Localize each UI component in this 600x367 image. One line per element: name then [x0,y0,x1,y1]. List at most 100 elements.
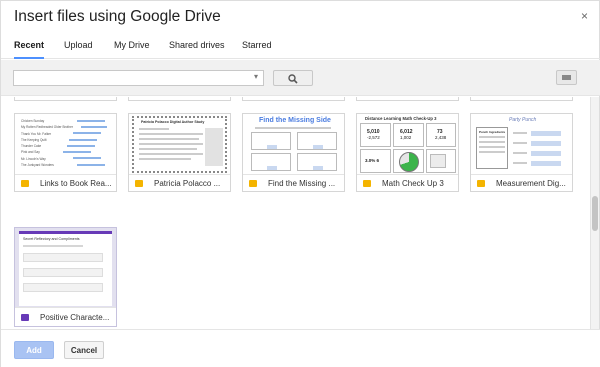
thumb-line [479,146,505,148]
add-button[interactable]: Add [14,341,54,359]
search-icon [288,74,298,84]
tab-my-drive[interactable]: My Drive [114,40,150,59]
thumb-line [139,143,203,145]
thumb-line [513,152,527,154]
tab-starred[interactable]: Starred [242,40,272,59]
close-icon[interactable]: × [581,9,588,23]
file-card-partial[interactable] [470,97,573,101]
thumb-line [513,162,527,164]
thumb-value: 2,438 [435,135,447,140]
thumb-field [531,141,561,146]
slides-icon [249,180,257,187]
scrollbar-thumb[interactable] [592,196,598,231]
thumb-line: The Junkyard Wonders [21,163,54,168]
file-card[interactable]: Patricia Polacco Digital Author Study Pa… [128,113,231,192]
file-card[interactable]: Find the Missing Side Find the Missing .… [242,113,345,192]
tab-recent[interactable]: Recent [14,40,45,59]
file-name: Math Check Up 3 [382,179,444,188]
thumb-line [255,127,331,129]
thumb-link [69,139,97,141]
dialog-title: Insert files using Google Drive [14,8,221,25]
thumb-title: Party Punch [509,117,537,123]
slides-icon [135,180,143,187]
thumb-line [513,132,527,134]
file-name: Patricia Polacco ... [154,179,221,188]
search-button[interactable] [273,70,313,86]
thumb-value: 1,002 [400,135,412,140]
search-input[interactable]: ▾ [13,70,264,86]
thumb-line [479,141,505,143]
file-card-partial[interactable] [356,97,459,101]
thumb-line [23,245,83,247]
tab-upload[interactable]: Upload [64,40,93,59]
list-view-icon [562,75,571,80]
forms-icon [21,314,29,321]
thumb-value: 3.0% 6 [365,158,380,163]
thumb-link [73,157,101,159]
tab-bar: Recent Upload My Drive Shared drives Sta… [1,38,600,59]
slides-icon [363,180,371,187]
thumb-title: Distance Learning Math Check-Up 3 [365,116,437,121]
file-card[interactable]: Party Punch Punch Ingredients Measuremen… [470,113,573,192]
thumb-line [139,138,199,140]
thumb-field [267,166,277,170]
thumb-field [23,268,103,277]
thumb-field [531,151,561,156]
thumb-field [531,161,561,166]
file-thumbnail: Patricia Polacco Digital Author Study [129,114,230,175]
file-name: Measurement Dig... [496,179,566,188]
file-grid: Chicken Sunday My Rotten Redheaded Older… [1,97,591,329]
thumb-link [73,132,101,134]
file-card-partial[interactable] [242,97,345,101]
thumb-field [23,283,103,292]
list-view-button[interactable] [556,70,577,85]
file-name: Find the Missing ... [268,179,336,188]
thumb-line: My Rotten Redheaded Older Brother [21,125,73,130]
file-thumbnail: Party Punch Punch Ingredients [471,114,572,175]
thumb-line [139,133,203,135]
file-card-partial[interactable] [14,97,117,101]
thumb-title: Find the Missing Side [259,117,331,124]
slides-icon [477,180,485,187]
thumb-line [139,158,191,160]
thumb-image [205,128,223,166]
thumb-field [313,166,323,170]
file-card[interactable]: Chicken Sunday My Rotten Redheaded Older… [14,113,117,192]
thumb-link [67,145,95,147]
thumb-line [479,136,505,138]
thumb-link [81,126,107,128]
insert-files-dialog: Insert files using Google Drive × Recent… [0,0,600,367]
file-card[interactable]: Secret Reflectory and Compliments Positi… [14,227,117,327]
tab-shared-drives[interactable]: Shared drives [169,40,225,59]
thumb-line [139,153,203,155]
search-toolbar: ▾ [1,60,600,96]
file-thumbnail: Find the Missing Side [243,114,344,175]
thumb-line [513,142,527,144]
thumb-field [23,253,103,262]
file-thumbnail: Chicken Sunday My Rotten Redheaded Older… [15,114,116,175]
thumb-value: -2,572 [367,135,380,140]
file-card-partial[interactable] [128,97,231,101]
thumb-line [139,128,169,130]
file-name: Positive Characte... [40,313,110,322]
thumb-field [531,131,561,136]
thumb-subtitle: Punch Ingredients [479,130,506,134]
slides-icon [21,180,29,187]
scrollbar[interactable] [590,97,599,329]
thumb-field [267,145,277,149]
pie-graphic [399,152,419,172]
cancel-button[interactable]: Cancel [64,341,104,359]
thumb-grid [430,154,446,168]
file-thumbnail: Secret Reflectory and Compliments [15,228,116,308]
dialog-footer: Add Cancel [1,329,600,367]
chevron-down-icon[interactable]: ▾ [254,72,258,81]
thumb-line [139,148,197,150]
file-card[interactable]: Distance Learning Math Check-Up 3 5,010 … [356,113,459,192]
thumb-text: Chicken Sunday My Rotten Redheaded Older… [21,118,81,168]
thumb-link [63,151,91,153]
thumb-link [77,164,105,166]
thumb-line [479,151,505,153]
file-thumbnail: Distance Learning Math Check-Up 3 5,010 … [357,114,458,175]
thumb-field [313,145,323,149]
file-name: Links to Book Rea... [40,179,112,188]
